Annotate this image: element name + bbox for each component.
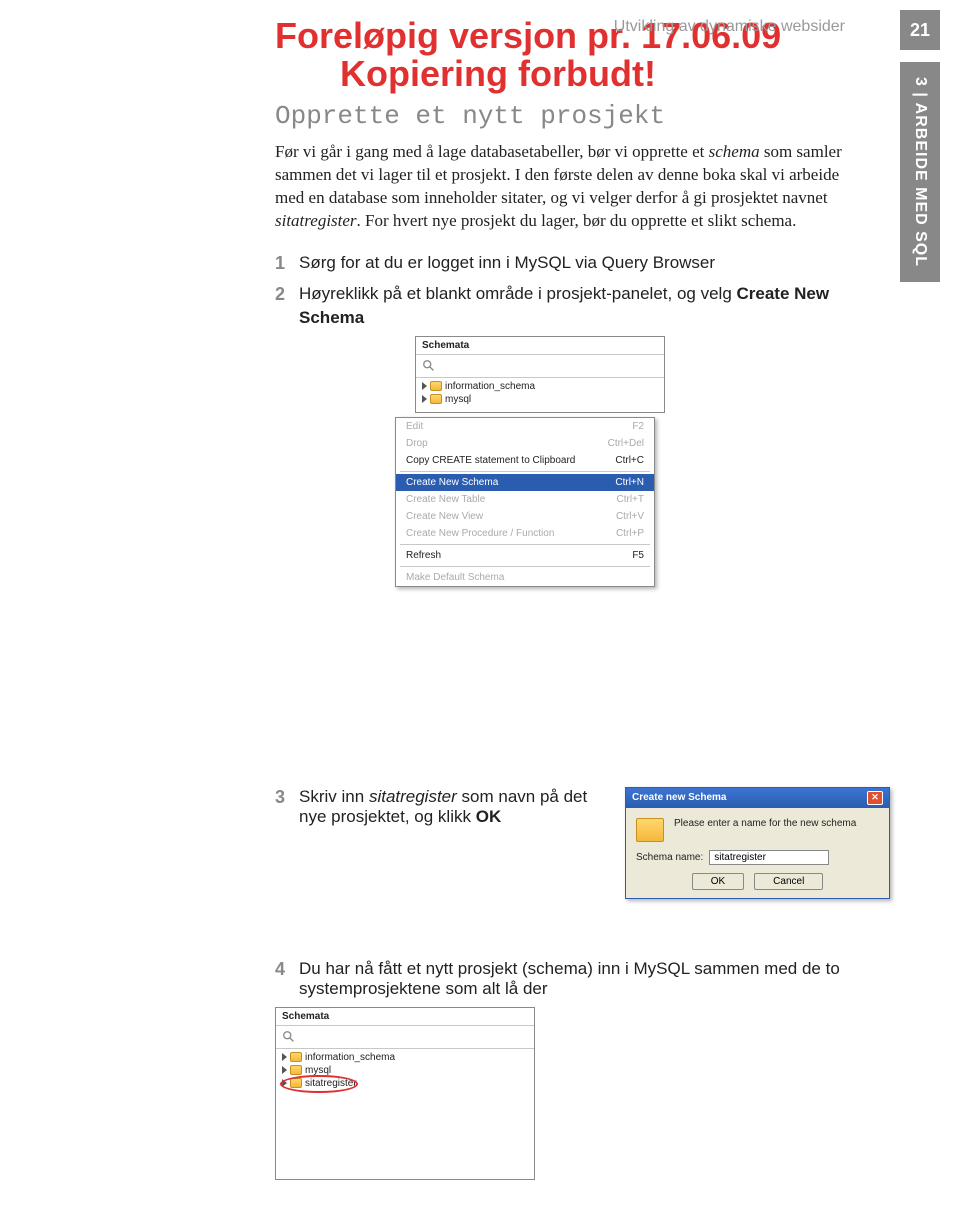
panel-title: Schemata [416,337,664,355]
step-number: 4 [275,959,285,999]
menu-edit[interactable]: Edit F2 [396,418,654,435]
menu-label: Create New Table [406,494,485,505]
step-1-text: Sørg for at du er logget inn i MySQL via… [299,251,845,276]
schema-label: information_schema [445,381,535,392]
menu-label: Create New View [406,511,483,522]
schema-word: schema [709,142,760,161]
expand-icon[interactable] [422,382,427,390]
menu-separator [400,471,650,472]
step-3b: sitatregister [369,787,457,806]
step-4-text: Du har nå fått et nytt prosjekt (schema)… [299,959,845,999]
schema-item[interactable]: information_schema [416,380,664,393]
ok-button[interactable]: OK [692,873,744,890]
watermark-line2: Kopiering forbudt! [340,53,960,95]
menu-separator [400,566,650,567]
schemata-panel: Schemata information_schema mysql [415,336,665,413]
chapter-header: Utvikling av dynamiske websider [614,18,845,36]
schema-item[interactable]: mysql [416,393,664,406]
step-number: 2 [275,282,285,330]
cancel-button[interactable]: Cancel [754,873,823,890]
dialog-titlebar: Create new Schema ✕ [626,788,889,808]
menu-shortcut: Ctrl+N [615,477,644,488]
schema-name-label: Schema name: [636,852,703,863]
menu-shortcut: F5 [632,550,644,561]
search-icon [422,359,436,373]
context-menu: Edit F2 Drop Ctrl+Del Copy CREATE statem… [395,417,655,587]
panel-search [276,1026,534,1049]
menu-shortcut: Ctrl+T [617,494,645,505]
step-2: 2 Høyreklikk på et blankt område i prosj… [275,282,845,330]
step-3-text: Skriv inn sitatregister som navn på det … [299,787,605,827]
expand-icon[interactable] [422,395,427,403]
menu-shortcut: F2 [632,421,644,432]
menu-copy-create[interactable]: Copy CREATE statement to Clipboard Ctrl+… [396,452,654,469]
figure-schemata-result: Schemata information_schema mysql sitatr… [275,1007,535,1180]
menu-make-default[interactable]: Make Default Schema [396,569,654,586]
page-number: 21 [900,10,940,50]
schema-list: information_schema mysql sitatregister [276,1049,534,1179]
menu-create-view[interactable]: Create New View Ctrl+V [396,508,654,525]
expand-icon[interactable] [282,1053,287,1061]
database-icon [290,1065,302,1075]
step-1: 1 Sørg for at du er logget inn i MySQL v… [275,251,845,276]
figure-schemata-panel: Schemata information_schema mysql Edi [415,336,665,587]
side-tab: 3 | ARBEIDE MED SQL [900,62,940,282]
schema-list: information_schema mysql [416,378,664,412]
close-button[interactable]: ✕ [867,791,883,805]
menu-shortcut: Ctrl+P [616,528,644,539]
section-title: Opprette et nytt prosjekt [275,101,845,131]
menu-refresh[interactable]: Refresh F5 [396,547,654,564]
menu-label: Create New Procedure / Function [406,528,554,539]
dialog-title: Create new Schema [632,792,727,803]
schema-label: mysql [445,394,471,405]
menu-label: Create New Schema [406,477,498,488]
step-3a: Skriv inn [299,787,369,806]
panel-title: Schemata [276,1008,534,1026]
schema-icon [636,818,664,842]
database-icon [290,1052,302,1062]
step-3d: OK [476,807,502,826]
expand-icon[interactable] [282,1066,287,1074]
menu-shortcut: Ctrl+V [616,511,644,522]
body-text-1: Før vi går i gang med å lage databasetab… [275,142,709,161]
section-body: Før vi går i gang med å lage databasetab… [275,141,845,233]
menu-label: Edit [406,421,423,432]
body-text-3: . For hvert nye prosjekt du lager, bør d… [357,211,797,230]
menu-label: Refresh [406,550,441,561]
database-icon [430,381,442,391]
create-schema-dialog: Create new Schema ✕ Please enter a name … [625,787,890,899]
menu-create-schema[interactable]: Create New Schema Ctrl+N [396,474,654,491]
schema-label: information_schema [305,1052,395,1063]
step-2-text: Høyreklikk på et blankt område i prosjek… [299,282,845,330]
sitatregister-word: sitatregister [275,211,357,230]
search-icon [282,1030,296,1044]
menu-drop[interactable]: Drop Ctrl+Del [396,435,654,452]
menu-shortcut: Ctrl+Del [608,438,644,449]
menu-label: Copy CREATE statement to Clipboard [406,455,575,466]
menu-shortcut: Ctrl+C [615,455,644,466]
menu-label: Drop [406,438,428,449]
menu-separator [400,544,650,545]
menu-create-table[interactable]: Create New Table Ctrl+T [396,491,654,508]
schema-item[interactable]: information_schema [276,1051,534,1064]
highlight-circle [280,1075,358,1093]
menu-label: Make Default Schema [406,572,504,583]
step-2a: Høyreklikk på et blankt område i prosjek… [299,284,736,303]
step-number: 1 [275,251,285,276]
database-icon [430,394,442,404]
step-3: 3 Skriv inn sitatregister som navn på de… [275,787,605,827]
step-4: 4 Du har nå fått et nytt prosjekt (schem… [275,959,845,999]
menu-create-proc[interactable]: Create New Procedure / Function Ctrl+P [396,525,654,542]
schema-name-input[interactable] [709,850,829,865]
dialog-instruction: Please enter a name for the new schema [674,818,856,829]
panel-search [416,355,664,378]
schema-label: mysql [305,1065,331,1076]
step-number: 3 [275,787,285,827]
